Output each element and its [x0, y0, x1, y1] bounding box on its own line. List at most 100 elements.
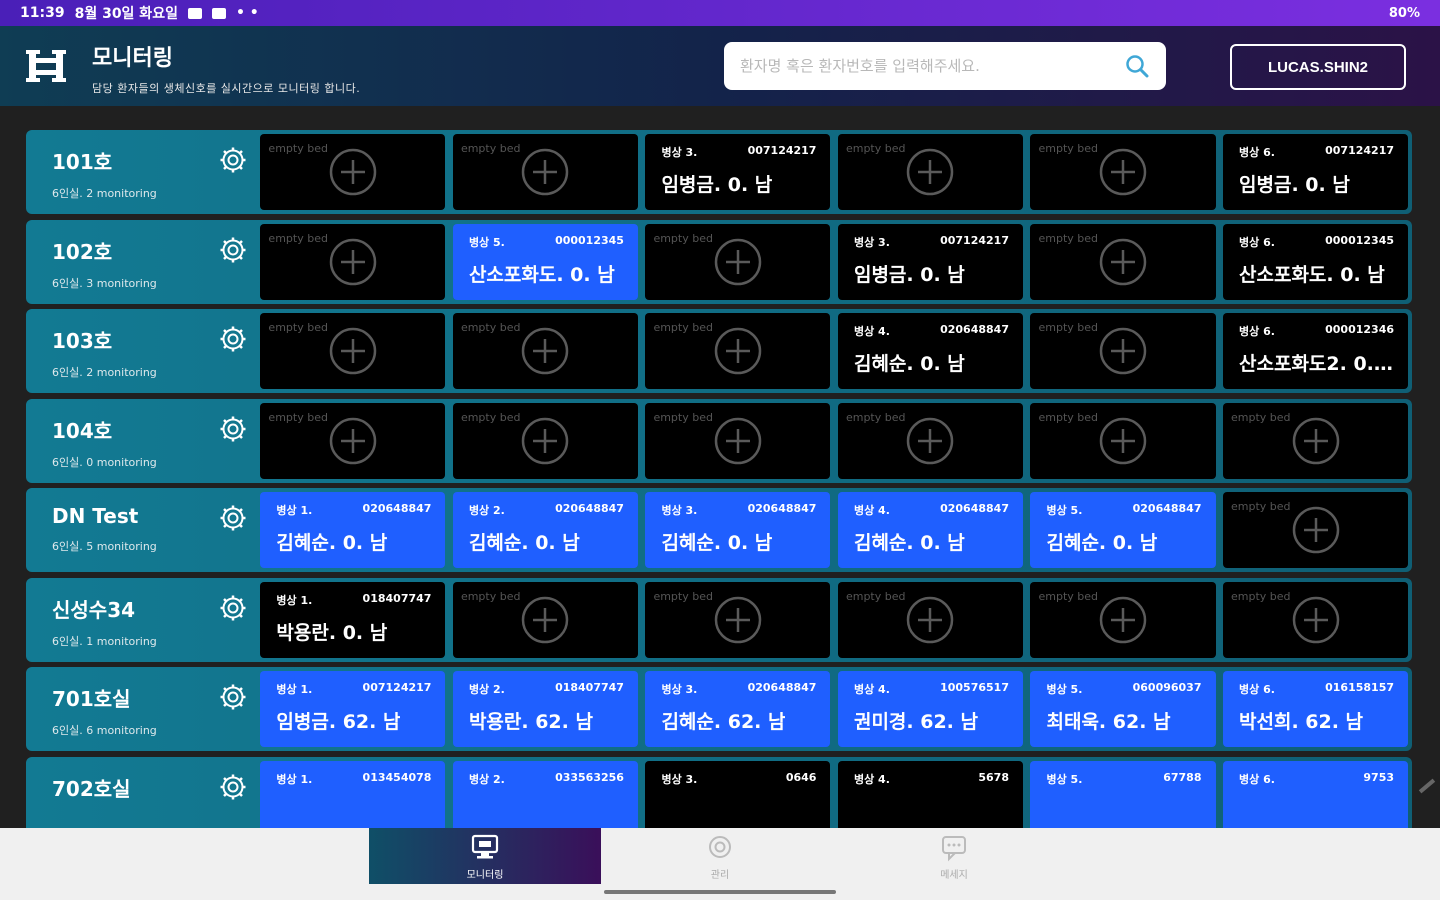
- room-settings-gear-icon[interactable]: [219, 415, 247, 443]
- empty-bed-slot[interactable]: empty bed: [1030, 223, 1216, 300]
- room-settings-gear-icon[interactable]: [219, 504, 247, 532]
- patient-bed-card[interactable]: 병상 6. 016158157 박선희. 62. 남: [1223, 671, 1409, 747]
- nav-messages[interactable]: 메세지: [838, 828, 1070, 884]
- status-date: 8월 30일 화요일: [74, 6, 178, 22]
- patient-bed-card[interactable]: 병상 4. 100576517 권미경. 62. 남: [837, 671, 1023, 747]
- patient-bed-card[interactable]: 병상 1. 018407747 박용란. 0. 남: [260, 581, 446, 658]
- empty-bed-label: empty bed: [1038, 410, 1099, 424]
- patient-bed-card[interactable]: 병상 6. 007124217 임병금. 0. 남: [1223, 134, 1409, 210]
- empty-bed-slot[interactable]: empty bed: [452, 313, 638, 389]
- empty-bed-slot[interactable]: empty bed: [260, 313, 446, 389]
- add-patient-plus-icon: [329, 327, 377, 375]
- patient-bed-card[interactable]: 병상 5. 67788: [1030, 760, 1216, 828]
- empty-bed-label: empty bed: [268, 321, 328, 334]
- room-settings-gear-icon[interactable]: [219, 236, 247, 264]
- nav-label: 모니터링: [466, 869, 504, 881]
- empty-bed-slot[interactable]: empty bed: [1030, 581, 1216, 658]
- patient-bed-card[interactable]: 병상 3. 007124217 임병금. 0. 남: [645, 134, 831, 210]
- search-input[interactable]: [740, 57, 1124, 75]
- room-info[interactable]: 104호 6인실. 0 monitoring: [30, 403, 253, 479]
- patient-bed-card[interactable]: 병상 5. 020648847 김혜순. 0. 남: [1030, 492, 1216, 568]
- notification-icon: [187, 7, 202, 19]
- room-settings-gear-icon[interactable]: [219, 683, 247, 711]
- empty-bed-slot[interactable]: empty bed: [260, 223, 446, 300]
- room-row: 702호실 병상 1. 013454078 병상 2. 033563256 병상 3. 06…: [26, 756, 1412, 829]
- patient-bed-card[interactable]: 병상 3. 0646: [645, 760, 831, 828]
- nav-monitoring[interactable]: 모니터링: [369, 828, 601, 884]
- user-account-button[interactable]: LUCAS.SHIN2: [1230, 44, 1406, 90]
- empty-bed-label: empty bed: [460, 410, 521, 424]
- patient-bed-card[interactable]: 병상 6. 000012345 산소포화도. 0. 남: [1223, 223, 1409, 300]
- patient-bed-card[interactable]: 병상 5. 060096037 최태욱. 62. 남: [1030, 671, 1216, 747]
- room-info[interactable]: DN Test 6인실. 5 monitoring: [30, 492, 253, 568]
- empty-bed-slot[interactable]: empty bed: [645, 581, 831, 658]
- room-info[interactable]: 101호 6인실. 2 monitoring: [30, 134, 253, 210]
- patient-bed-card[interactable]: 병상 3. 020648847 김혜순. 62. 남: [645, 671, 831, 747]
- patient-bed-card[interactable]: 병상 4. 020648847 김혜순. 0. 남: [837, 313, 1023, 389]
- empty-bed-label: empty bed: [460, 589, 521, 603]
- patient-bed-card[interactable]: 병상 1. 013454078: [260, 760, 446, 828]
- patient-bed-card[interactable]: 병상 2. 018407747 박용란. 62. 남: [452, 671, 638, 747]
- empty-bed-slot[interactable]: empty bed: [1223, 402, 1409, 479]
- app-header: 모니터링 담당 환자들의 생체신호를 실시간으로 모니터링 합니다. LUCAS…: [0, 26, 1440, 106]
- empty-bed-slot[interactable]: empty bed: [1030, 134, 1216, 210]
- patient-bed-card[interactable]: 병상 4. 5678: [837, 760, 1023, 828]
- notification-icon: [211, 7, 226, 19]
- empty-bed-slot[interactable]: empty bed: [260, 402, 446, 479]
- empty-bed-slot[interactable]: empty bed: [837, 134, 1023, 210]
- room-monitoring-count: 6인실. 0 monitoring: [52, 455, 157, 469]
- room-info[interactable]: 701호실 6인실. 6 monitoring: [30, 671, 253, 747]
- patient-id: 020648847: [940, 323, 1009, 336]
- add-patient-plus-icon: [1099, 327, 1147, 375]
- patient-bed-card[interactable]: 병상 2. 020648847 김혜순. 0. 남: [452, 492, 638, 568]
- patient-bed-card[interactable]: 병상 1. 007124217 임병금. 62. 남: [260, 671, 446, 747]
- empty-bed-slot[interactable]: empty bed: [645, 223, 831, 300]
- patient-bed-card[interactable]: 병상 1. 020648847 김혜순. 0. 남: [260, 492, 446, 568]
- patient-id: 020648847: [747, 502, 817, 515]
- empty-bed-slot[interactable]: empty bed: [452, 402, 638, 479]
- room-settings-gear-icon[interactable]: [219, 773, 247, 801]
- room-info[interactable]: 103호 6인실. 2 monitoring: [30, 313, 253, 389]
- patient-name: 김혜순. 0. 남: [853, 353, 965, 375]
- bed-number: 병상 2.: [468, 683, 505, 696]
- bed-number: 병상 5.: [1046, 772, 1083, 786]
- patient-id: 020648847: [1132, 502, 1202, 515]
- empty-bed-slot[interactable]: empty bed: [452, 134, 638, 210]
- patient-bed-card[interactable]: 병상 2. 033563256: [452, 760, 638, 828]
- patient-bed-card[interactable]: 병상 6. 9753: [1223, 760, 1409, 828]
- room-info[interactable]: 신성수34 6인실. 1 monitoring: [30, 582, 253, 658]
- room-info[interactable]: 702호실: [30, 761, 253, 829]
- scroll-handle[interactable]: [1418, 778, 1436, 794]
- bed-number: 병상 5.: [1046, 504, 1083, 517]
- empty-bed-slot[interactable]: empty bed: [645, 313, 831, 389]
- patient-id: 020648847: [747, 681, 817, 694]
- search-icon[interactable]: [1124, 53, 1150, 79]
- room-settings-gear-icon[interactable]: [219, 325, 247, 353]
- search-box[interactable]: [724, 42, 1166, 90]
- empty-bed-slot[interactable]: empty bed: [837, 581, 1023, 658]
- add-patient-plus-icon: [907, 596, 954, 643]
- room-settings-gear-icon[interactable]: [219, 146, 247, 174]
- empty-bed-slot[interactable]: empty bed: [1030, 313, 1216, 389]
- patient-name: 김혜순. 0. 남: [853, 532, 965, 554]
- nav-management[interactable]: 관리: [604, 828, 836, 884]
- room-settings-gear-icon[interactable]: [219, 594, 247, 622]
- empty-bed-slot[interactable]: empty bed: [1223, 581, 1409, 658]
- patient-name: 산소포화도. 0. 남: [1239, 263, 1385, 286]
- empty-bed-slot[interactable]: empty bed: [1223, 492, 1409, 568]
- patient-bed-card[interactable]: 병상 3. 007124217 임병금. 0. 남: [837, 223, 1023, 300]
- add-patient-plus-icon: [907, 148, 954, 196]
- room-row: 101호 6인실. 2 monitoring empty bed empty bed 병…: [26, 130, 1412, 214]
- empty-bed-slot[interactable]: empty bed: [645, 402, 831, 479]
- room-info[interactable]: 102호 6인실. 3 monitoring: [30, 224, 253, 300]
- patient-bed-card[interactable]: 병상 6. 000012346 산소포화도2. 0. ...: [1223, 313, 1409, 389]
- patient-bed-card[interactable]: 병상 4. 020648847 김혜순. 0. 남: [837, 492, 1023, 568]
- patient-id: 5678: [978, 770, 1009, 784]
- empty-bed-slot[interactable]: empty bed: [260, 134, 446, 210]
- empty-bed-slot[interactable]: empty bed: [837, 402, 1023, 479]
- empty-bed-slot[interactable]: empty bed: [1030, 402, 1216, 479]
- patient-bed-card[interactable]: 병상 3. 020648847 김혜순. 0. 남: [645, 492, 831, 568]
- empty-bed-slot[interactable]: empty bed: [452, 581, 638, 658]
- home-indicator[interactable]: [604, 890, 836, 894]
- patient-bed-card[interactable]: 병상 5. 000012345 산소포화도. 0. 남: [452, 223, 638, 300]
